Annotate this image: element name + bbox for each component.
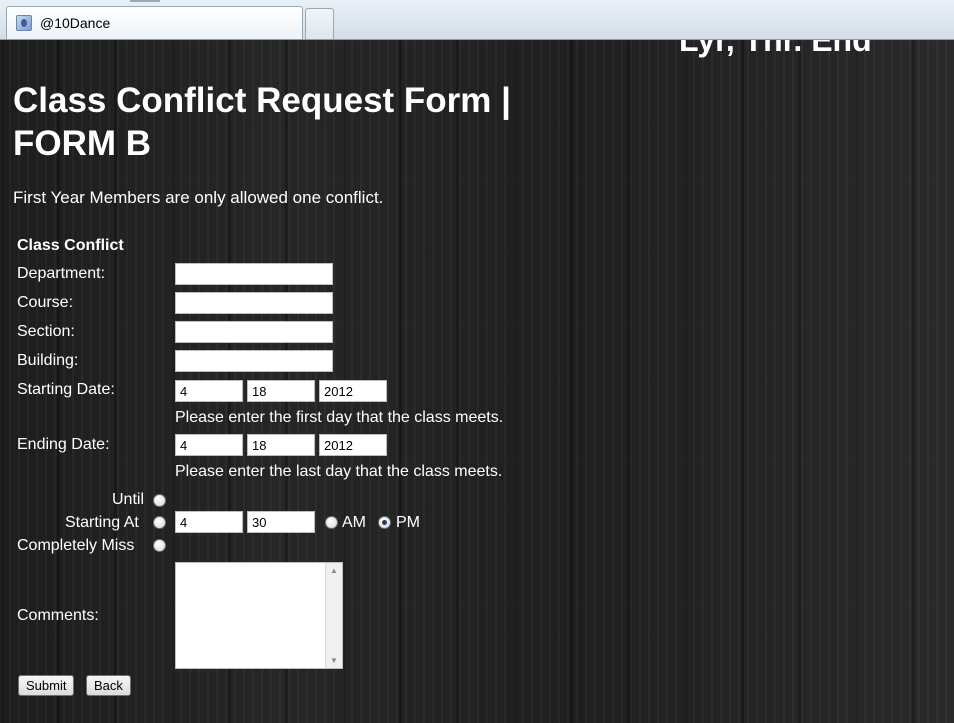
section-label: Section: — [17, 323, 75, 340]
start-day-input[interactable] — [247, 380, 315, 402]
comments-label: Comments: — [17, 607, 99, 624]
am-label: AM — [342, 514, 366, 531]
submit-button[interactable]: Submit — [18, 675, 75, 696]
comments-textarea[interactable] — [175, 562, 343, 669]
end-day-input[interactable] — [247, 434, 315, 456]
building-label: Building: — [17, 352, 79, 369]
section-heading: Class Conflict — [17, 237, 124, 254]
completely-miss-radio[interactable] — [153, 539, 166, 552]
browser-tab-bar: @10Dance — [0, 0, 954, 40]
department-input[interactable] — [175, 263, 333, 285]
course-label: Course: — [17, 294, 74, 311]
pm-radio[interactable] — [378, 516, 391, 529]
page-content: Lyr, Thr. End Class Conflict Request For… — [0, 40, 954, 723]
scroll-up-arrow-icon[interactable]: ▲ — [330, 566, 338, 575]
new-tab-button[interactable] — [305, 8, 334, 39]
browser-tab[interactable]: @10Dance — [6, 6, 303, 39]
start-date-hint: Please enter the first day that the clas… — [175, 409, 504, 426]
back-button[interactable]: Back — [86, 675, 131, 696]
department-label: Department: — [17, 265, 106, 282]
starting-at-label: Starting At — [65, 514, 139, 531]
site-favicon-icon — [16, 15, 32, 31]
starting-at-radio[interactable] — [153, 516, 166, 529]
end-date-hint: Please enter the last day that the class… — [175, 463, 503, 480]
start-month-input[interactable] — [175, 380, 243, 402]
scroll-down-arrow-icon[interactable]: ▼ — [330, 656, 338, 665]
end-month-input[interactable] — [175, 434, 243, 456]
building-input[interactable] — [175, 350, 333, 372]
start-year-input[interactable] — [319, 380, 387, 402]
intro-text: First Year Members are only allowed one … — [13, 188, 384, 207]
tab-strip-edge — [130, 0, 160, 2]
time-hour-input[interactable] — [175, 511, 243, 533]
until-label: Until — [112, 491, 145, 508]
am-radio[interactable] — [325, 516, 338, 529]
pm-label: PM — [396, 514, 420, 531]
course-input[interactable] — [175, 292, 333, 314]
section-input[interactable] — [175, 321, 333, 343]
time-minute-input[interactable] — [247, 511, 315, 533]
tab-title: @10Dance — [40, 15, 111, 31]
until-radio[interactable] — [153, 494, 166, 507]
ending-date-label: Ending Date: — [17, 436, 110, 453]
page-title: Class Conflict Request Form | FORM B — [13, 81, 511, 163]
starting-date-label: Starting Date: — [17, 381, 115, 398]
header-partial-text: Lyr, Thr. End — [679, 40, 872, 58]
end-year-input[interactable] — [319, 434, 387, 456]
comments-scrollbar[interactable]: ▲ ▼ — [325, 563, 342, 668]
completely-miss-label: Completely Miss — [17, 537, 135, 554]
